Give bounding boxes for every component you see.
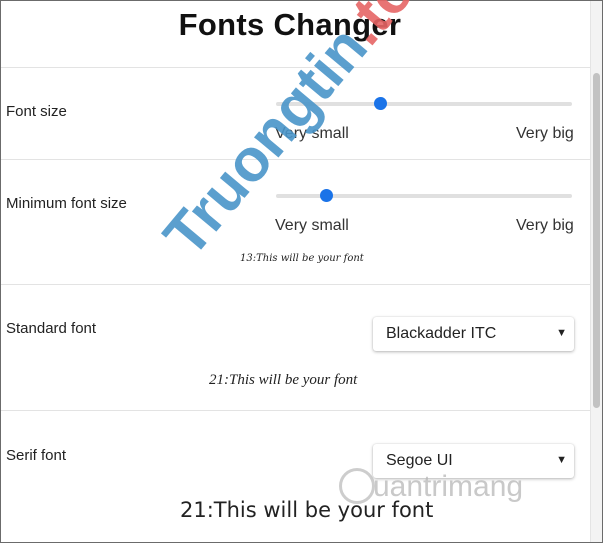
slider-thumb[interactable]: [373, 97, 387, 110]
extension-window: Fonts Changer Font size Very small Very …: [0, 0, 603, 543]
settings-panel: Fonts Changer Font size Very small Very …: [1, 1, 591, 542]
serif-font-select[interactable]: Segoe UI ▼: [373, 444, 574, 478]
minimum-font-size-min-label: Very small: [275, 217, 349, 234]
standard-font-preview: 21:This will be your font: [209, 372, 358, 388]
serif-font-preview: 21:This will be your font: [180, 498, 434, 522]
scrollbar-thumb[interactable]: [593, 73, 600, 408]
divider: [1, 159, 591, 160]
standard-font-label: Standard font: [6, 320, 97, 337]
serif-font-label: Serif font: [6, 447, 67, 464]
minimum-font-size-slider[interactable]: [276, 188, 572, 204]
divider: [1, 410, 591, 411]
standard-font-select[interactable]: Blackadder ITC ▼: [373, 317, 574, 351]
font-size-min-label: Very small: [275, 125, 349, 142]
vertical-scrollbar[interactable]: [590, 1, 602, 542]
font-size-slider[interactable]: [276, 96, 572, 112]
divider: [1, 284, 591, 285]
slider-track[interactable]: [276, 102, 572, 106]
minimum-font-size-max-label: Very big: [516, 217, 574, 234]
dropdown-arrow-icon[interactable]: ▼: [556, 454, 567, 466]
minimum-font-size-preview: 13:This will be your font: [240, 253, 364, 264]
font-size-label: Font size: [6, 103, 67, 120]
font-size-max-label: Very big: [516, 125, 574, 142]
page-title: Fonts Changer: [178, 7, 402, 42]
divider: [1, 67, 591, 68]
standard-font-selected-value: Blackadder ITC: [386, 325, 497, 342]
minimum-font-size-label: Minimum font size: [6, 195, 127, 212]
serif-font-selected-value: Segoe UI: [386, 452, 453, 469]
dropdown-arrow-icon[interactable]: ▼: [556, 327, 567, 339]
slider-thumb[interactable]: [320, 189, 334, 202]
